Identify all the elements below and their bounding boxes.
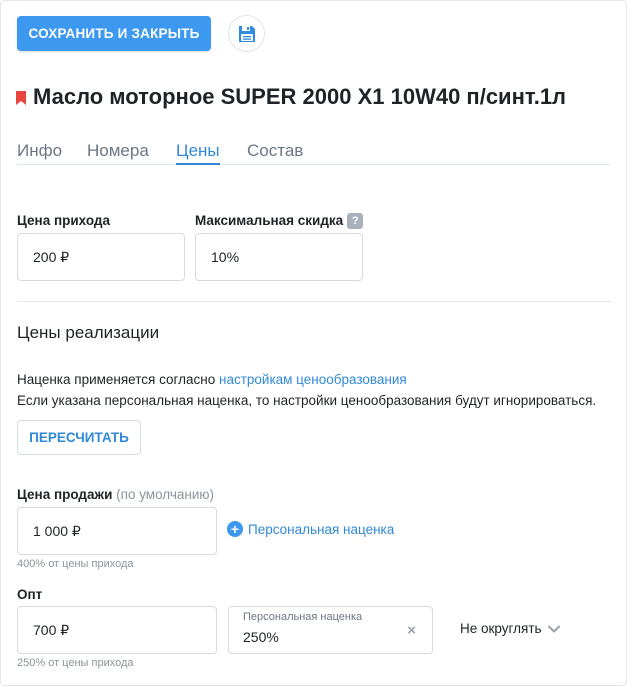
purchase-price-value: 200 ₽ <box>33 248 70 265</box>
markup-info-line-1: Наценка применяется согласно настройкам … <box>17 372 407 387</box>
floppy-disk-icon <box>238 25 255 42</box>
default-note: (по умолчанию) <box>116 487 215 502</box>
personal-markup-value: 250% <box>243 629 279 645</box>
tab-numbers[interactable]: Номера <box>87 141 149 161</box>
tab-info[interactable]: Инфо <box>17 141 62 161</box>
max-discount-value: 10% <box>211 249 240 265</box>
add-personal-markup-label: Персональная наценка <box>248 521 395 537</box>
wholesale-label: Опт <box>17 587 43 602</box>
wholesale-price-input[interactable]: 700 ₽ <box>17 606 217 654</box>
tab-prices[interactable]: Цены <box>176 141 220 165</box>
wholesale-personal-markup-field[interactable]: Персональная наценка 250% × <box>228 606 433 654</box>
bookmark-icon <box>16 90 26 105</box>
section-divider <box>17 301 611 302</box>
wholesale-price-value: 700 ₽ <box>33 621 70 638</box>
rounding-select-value: Не округлять <box>460 621 542 636</box>
chevron-down-icon <box>547 625 560 632</box>
sale-price-hint: 400% от цены прихода <box>17 558 134 570</box>
sale-price-value: 1 000 ₽ <box>33 522 81 539</box>
max-discount-input[interactable]: 10% <box>195 233 363 281</box>
markup-info-line-2: Если указана персональная наценка, то на… <box>17 393 597 408</box>
save-button[interactable] <box>228 15 265 52</box>
purchase-price-input[interactable]: 200 ₽ <box>17 233 185 281</box>
recalculate-button[interactable]: ПЕРЕСЧИТАТЬ <box>17 420 141 455</box>
clear-icon[interactable]: × <box>407 623 416 638</box>
sale-price-label: Цена продажи <box>17 487 113 502</box>
pricing-settings-link[interactable]: настройкам ценообразования <box>219 372 407 387</box>
sale-price-label-row: Цена продажи (по умолчанию) <box>17 487 214 502</box>
tab-bar: Инфо Номера Цены Состав <box>17 141 611 165</box>
wholesale-hint: 250% от цены прихода <box>17 657 134 669</box>
purchase-price-label: Цена прихода <box>17 213 110 228</box>
markup-info-prefix: Наценка применяется согласно <box>17 372 216 387</box>
page-title: Масло моторное SUPER 2000 X1 10W40 п/син… <box>33 84 567 109</box>
plus-circle-icon: + <box>227 521 243 537</box>
add-personal-markup-button[interactable]: + Персональная наценка <box>227 521 394 537</box>
personal-markup-label: Персональная наценка <box>243 611 363 623</box>
page-title-row: Масло моторное SUPER 2000 X1 10W40 п/син… <box>16 84 566 110</box>
tab-composition[interactable]: Состав <box>247 141 303 161</box>
sales-prices-heading: Цены реализации <box>17 323 160 342</box>
rounding-select[interactable]: Не округлять <box>460 621 560 636</box>
save-and-close-button[interactable]: СОХРАНИТЬ И ЗАКРЫТЬ <box>17 16 211 51</box>
help-icon[interactable]: ? <box>347 213 364 229</box>
max-discount-label-row: Максимальная скидка? <box>195 213 364 229</box>
sale-price-input[interactable]: 1 000 ₽ <box>17 507 217 555</box>
max-discount-label: Максимальная скидка <box>195 213 344 228</box>
